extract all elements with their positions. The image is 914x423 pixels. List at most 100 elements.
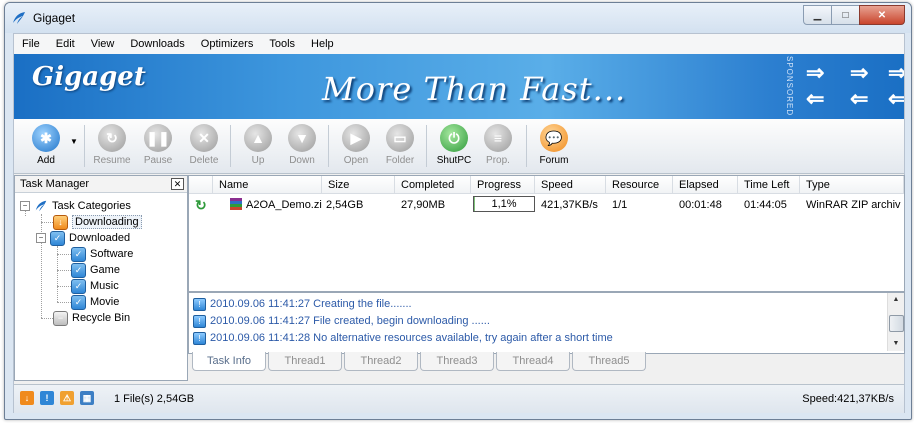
collapse-icon[interactable]: −: [20, 201, 30, 211]
tab-thread3[interactable]: Thread3: [420, 352, 494, 371]
menu-tools[interactable]: Tools: [261, 38, 303, 50]
column-elapsed[interactable]: Elapsed: [673, 176, 738, 194]
forum-button[interactable]: 💬 Forum: [532, 122, 576, 170]
forum-icon: 💬: [540, 124, 568, 152]
elapsed-time: 00:01:48: [679, 199, 722, 211]
log-line: ! 2010.09.06 11:41:27 Creating the file.…: [193, 296, 412, 312]
calendar-status-icon[interactable]: ▦: [80, 391, 94, 405]
shutpc-button[interactable]: ⏻ ShutPC: [432, 122, 476, 170]
progress-text: 1,1%: [491, 198, 517, 210]
resume-button[interactable]: ↻ Resume: [90, 122, 134, 170]
task-manager-header: Task Manager ✕: [15, 176, 187, 193]
tree-item-movie[interactable]: ✓ Movie: [71, 294, 119, 310]
toolbar-separator: [84, 125, 85, 167]
log-line: ! 2010.09.06 11:41:27 File created, begi…: [193, 313, 490, 329]
tab-task-info[interactable]: Task Info: [192, 352, 266, 371]
menu-edit[interactable]: Edit: [48, 38, 83, 50]
file-size: 2,54GB: [326, 199, 364, 211]
tree-item-game[interactable]: ✓ Game: [71, 262, 120, 278]
tab-thread5[interactable]: Thread5: [572, 352, 646, 371]
column-resource[interactable]: Resource: [606, 176, 673, 194]
open-button[interactable]: ▶ Open: [334, 122, 378, 170]
tree-item-task-categories[interactable]: − Task Categories: [20, 198, 131, 214]
maximize-button[interactable]: □: [831, 5, 860, 25]
menu-optimizers[interactable]: Optimizers: [193, 38, 262, 50]
column-name[interactable]: Name: [213, 176, 322, 194]
up-button[interactable]: ▲ Up: [236, 122, 280, 170]
properties-button[interactable]: ≡ Prop.: [476, 122, 520, 170]
tree-item-downloading[interactable]: ↓ Downloading: [53, 214, 142, 230]
tree-line: [57, 270, 71, 271]
delete-icon: ✕: [190, 124, 218, 152]
info-status-icon[interactable]: !: [40, 391, 54, 405]
scroll-thumb[interactable]: [889, 315, 904, 332]
scroll-down-arrow-icon[interactable]: ▼: [888, 337, 904, 351]
log-scrollbar[interactable]: ▲ ▼: [887, 293, 904, 351]
app-window: Gigaget ▁ □ ✕ File Edit View Downloads O…: [4, 2, 912, 420]
menu-view[interactable]: View: [83, 38, 123, 50]
status-bar: ↓ ! ⚠ ▦ 1 File(s) 2,54GB Speed:421,37KB/…: [14, 384, 904, 413]
properties-icon: ≡: [484, 124, 512, 152]
down-button[interactable]: ▼ Down: [280, 122, 324, 170]
add-dropdown-arrow[interactable]: ▼: [70, 137, 78, 146]
tree-item-music[interactable]: ✓ Music: [71, 278, 119, 294]
tab-thread2[interactable]: Thread2: [344, 352, 418, 371]
close-button[interactable]: ✕: [859, 5, 905, 25]
tab-thread4[interactable]: Thread4: [496, 352, 570, 371]
add-button[interactable]: ✱ Add: [24, 122, 68, 170]
task-manager-title: Task Manager: [20, 178, 90, 190]
menu-file[interactable]: File: [14, 38, 48, 50]
sponsored-banner[interactable]: Gigaget More Than Fast... SPONSORED ⇒⇒⇒ …: [14, 54, 904, 119]
info-tabs: Task Info Thread1 Thread2 Thread3 Thread…: [192, 352, 648, 372]
file-count-status: 1 File(s) 2,54GB: [114, 393, 195, 405]
info-icon: !: [193, 331, 206, 345]
downloading-arrow-icon: ↻: [195, 197, 207, 213]
down-icon: ▼: [288, 124, 316, 152]
up-icon: ▲: [244, 124, 272, 152]
scroll-up-arrow-icon[interactable]: ▲: [888, 293, 904, 307]
category-check-icon: ✓: [71, 246, 86, 262]
tree-item-downloaded[interactable]: − ✓ Downloaded: [36, 230, 130, 246]
column-completed[interactable]: Completed: [395, 176, 471, 194]
gigaget-logo-icon: [35, 200, 47, 212]
tree-item-software[interactable]: ✓ Software: [71, 246, 133, 262]
download-list: Name Size Completed Progress Speed Resou…: [188, 175, 905, 292]
column-size[interactable]: Size: [322, 176, 395, 194]
category-check-icon: ✓: [71, 278, 86, 294]
toolbar-separator: [328, 125, 329, 167]
time-left: 01:44:05: [744, 199, 787, 211]
toolbar-separator: [526, 125, 527, 167]
resource-count: 1/1: [612, 199, 628, 211]
downloading-icon: ↓: [53, 214, 68, 230]
gigaget-logo-icon: [13, 12, 25, 24]
pause-button[interactable]: ❚❚ Pause: [136, 122, 180, 170]
collapse-icon[interactable]: −: [36, 233, 46, 243]
downloading-status-icon[interactable]: ↓: [20, 391, 34, 405]
menu-downloads[interactable]: Downloads: [122, 38, 192, 50]
completed-size: 27,90MB: [401, 199, 446, 211]
minimize-button[interactable]: ▁: [803, 5, 832, 25]
info-icon: !: [193, 297, 206, 311]
table-row[interactable]: ↻ A2OA_Demo.zi 2,54GB 27,90MB 1,1% 421,3…: [189, 195, 904, 213]
column-type[interactable]: Type: [800, 176, 904, 194]
column-status[interactable]: [189, 176, 213, 194]
title-bar[interactable]: Gigaget ▁ □ ✕: [5, 3, 911, 33]
column-speed[interactable]: Speed: [535, 176, 606, 194]
menu-help[interactable]: Help: [303, 38, 342, 50]
info-icon: !: [193, 314, 206, 328]
alert-status-icon[interactable]: ⚠: [60, 391, 74, 405]
tab-thread1[interactable]: Thread1: [268, 352, 342, 371]
file-type: WinRAR ZIP archiv: [806, 199, 901, 211]
toolbar-separator: [426, 125, 427, 167]
downloaded-check-icon: ✓: [50, 230, 65, 246]
task-log: ! 2010.09.06 11:41:27 Creating the file.…: [188, 292, 905, 354]
folder-button[interactable]: ▭ Folder: [378, 122, 422, 170]
file-name: A2OA_Demo.zi: [246, 199, 322, 211]
column-progress[interactable]: Progress: [471, 176, 535, 194]
close-panel-icon[interactable]: ✕: [171, 178, 184, 190]
total-speed-status: Speed:421,37KB/s: [802, 393, 894, 405]
tree-item-recycle-bin[interactable]: − Recycle Bin: [53, 310, 130, 326]
window-title: Gigaget: [33, 11, 76, 25]
column-time-left[interactable]: Time Left: [738, 176, 800, 194]
delete-button[interactable]: ✕ Delete: [182, 122, 226, 170]
